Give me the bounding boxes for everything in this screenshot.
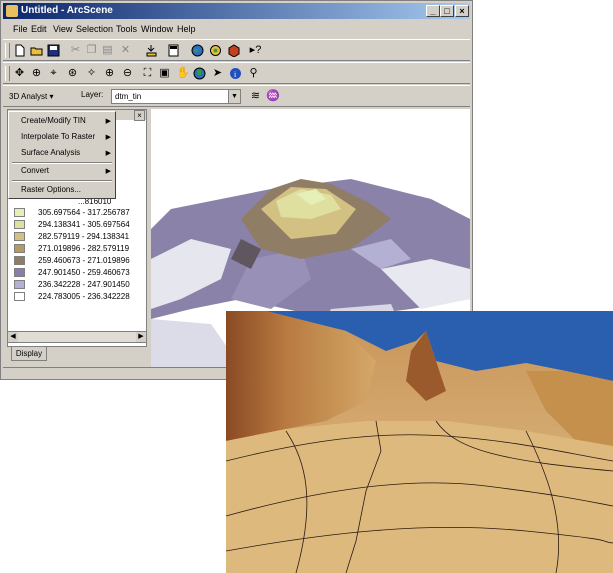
layer-label: Layer:	[81, 90, 104, 99]
open-folder-icon[interactable]	[30, 44, 43, 57]
legend-label: 259.460673 - 271.019896	[38, 256, 130, 265]
legend-swatch	[14, 280, 25, 289]
maximize-button[interactable]: □	[440, 5, 454, 17]
toc-horizontal-scrollbar[interactable]: ◀ ▶	[7, 331, 147, 343]
legend-swatch	[14, 208, 25, 217]
scroll-right-arrow[interactable]: ▶	[136, 332, 146, 342]
toc-tab-bar: Display	[7, 347, 147, 361]
terrain-render-image	[226, 311, 613, 573]
globe-nav-icon[interactable]	[193, 67, 206, 80]
menu-selection[interactable]: Selection	[76, 24, 113, 34]
legend-row: 294.138341 - 305.697564	[14, 219, 130, 231]
close-button[interactable]: ×	[455, 5, 469, 17]
menu-window[interactable]: Window	[141, 24, 173, 34]
legend-swatch	[14, 292, 25, 301]
zoom-to-target-icon[interactable]: ⊛	[66, 67, 79, 80]
animation-icon[interactable]	[209, 44, 222, 57]
legend-label: 294.138341 - 305.697564	[38, 220, 130, 229]
standard-toolbar: ✂ ❐ ▤ ✕ ▸?	[3, 39, 470, 61]
full-extent-icon[interactable]: ⛶	[141, 67, 154, 80]
3d-analyst-dropdown[interactable]: 3D Analyst ▾	[9, 89, 69, 105]
3d-analyst-menu: Create/Modify TIN ▶ Interpolate To Raste…	[8, 111, 116, 199]
layer-select-value: dtm_tin	[115, 92, 142, 101]
tools-toolbar: ✥ ⊕ ⌖ ⊛ ✧ ⊕ ⊖ ⛶ ▣ ✋ ➤ i ⚲	[3, 62, 470, 84]
toolbar-grip[interactable]	[5, 66, 10, 81]
fixed-extent-icon[interactable]: ▣	[158, 67, 171, 80]
target-icon[interactable]: ⌖	[47, 67, 60, 80]
pan-icon[interactable]: ✋	[176, 67, 190, 80]
menu-separator	[12, 162, 112, 164]
legend-label: 236.342228 - 247.901450	[38, 280, 130, 289]
3d-analyst-toolbar: 3D Analyst ▾ Layer: dtm_tin ▼ ≋ ♒	[3, 85, 470, 107]
menu-edit[interactable]: Edit	[31, 24, 47, 34]
minimize-button[interactable]: _	[426, 5, 440, 17]
legend-row: 305.697564 - 317.256787	[14, 207, 130, 219]
legend-row: 271.019896 - 282.579119	[14, 243, 130, 255]
zoom-in-icon[interactable]: ⊕	[103, 67, 116, 80]
legend-label: 282.579119 - 294.138341	[38, 232, 130, 241]
cut-icon[interactable]: ✂	[69, 44, 82, 57]
title-bar: Untitled - ArcScene _ □ ×	[3, 3, 470, 19]
submenu-arrow-icon: ▶	[105, 118, 111, 125]
tab-display[interactable]: Display	[11, 347, 47, 361]
globe-icon[interactable]	[191, 44, 204, 57]
copy-icon[interactable]: ❐	[85, 44, 98, 57]
add-data-icon[interactable]	[145, 44, 158, 57]
toolbar-grip[interactable]	[5, 43, 10, 58]
legend-label: 305.697564 - 317.256787	[38, 208, 130, 217]
fly-icon[interactable]: ⊕	[30, 67, 43, 80]
submenu-arrow-icon: ▶	[105, 134, 111, 141]
legend-swatch	[14, 220, 25, 229]
toc-close-button[interactable]: ×	[134, 110, 145, 121]
paste-icon[interactable]: ▤	[101, 44, 114, 57]
menu-item-surface-analysis[interactable]: Surface Analysis	[21, 148, 80, 157]
legend-swatch	[14, 256, 25, 265]
menu-file[interactable]: File	[13, 24, 28, 34]
menu-item-raster-options[interactable]: Raster Options...	[21, 185, 81, 194]
legend-row: 282.579119 - 294.138341	[14, 231, 130, 243]
properties-icon[interactable]	[167, 44, 180, 57]
menu-view[interactable]: View	[53, 24, 72, 34]
find-icon[interactable]: ⚲	[247, 67, 260, 80]
center-on-target-icon[interactable]: ✧	[85, 67, 98, 80]
window-title: Untitled - ArcScene	[21, 5, 113, 16]
layer-select[interactable]: dtm_tin ▼	[111, 89, 241, 104]
tin-cube-icon[interactable]	[227, 44, 240, 58]
legend-swatch	[14, 232, 25, 241]
zoom-out-icon[interactable]: ⊖	[121, 67, 134, 80]
menu-separator	[12, 180, 112, 182]
terrain-illustration	[226, 311, 613, 573]
new-doc-icon[interactable]	[13, 44, 26, 57]
submenu-arrow-icon: ▶	[105, 150, 111, 157]
navigate-icon[interactable]: ✥	[13, 67, 26, 80]
menu-item-create-modify-tin[interactable]: Create/Modify TIN	[21, 116, 86, 125]
legend-row: 259.460673 - 271.019896	[14, 255, 130, 267]
submenu-arrow-icon: ▶	[105, 168, 111, 175]
delete-icon[interactable]: ✕	[119, 44, 132, 57]
legend-label: 271.019896 - 282.579119	[38, 244, 130, 253]
whats-this-icon[interactable]: ▸?	[249, 44, 262, 57]
legend-row: 236.342228 - 247.901450	[14, 279, 130, 291]
legend-swatch	[14, 244, 25, 253]
legend-row: 224.783005 - 236.342228	[14, 291, 130, 303]
menu-help[interactable]: Help	[177, 24, 196, 34]
arcscene-app-icon	[6, 5, 18, 17]
legend-label: 247.901450 - 259.460673	[38, 268, 130, 277]
menu-bar: File Edit View Selection Tools Window He…	[3, 22, 470, 38]
legend-swatch	[14, 268, 25, 277]
menu-item-interpolate-to-raster[interactable]: Interpolate To Raster	[21, 132, 95, 141]
steepest-path-icon[interactable]: ♒	[266, 90, 280, 103]
chevron-down-icon[interactable]: ▼	[228, 90, 240, 103]
identify-icon[interactable]: i	[229, 67, 242, 80]
menu-item-convert[interactable]: Convert	[21, 166, 49, 175]
legend-label: 224.783005 - 236.342228	[38, 292, 130, 301]
save-icon[interactable]	[47, 44, 60, 57]
scroll-left-arrow[interactable]: ◀	[8, 332, 18, 342]
select-icon[interactable]: ➤	[211, 67, 224, 80]
contour-icon[interactable]: ≋	[249, 90, 262, 103]
legend-row: 247.901450 - 259.460673	[14, 267, 130, 279]
menu-tools[interactable]: Tools	[116, 24, 137, 34]
